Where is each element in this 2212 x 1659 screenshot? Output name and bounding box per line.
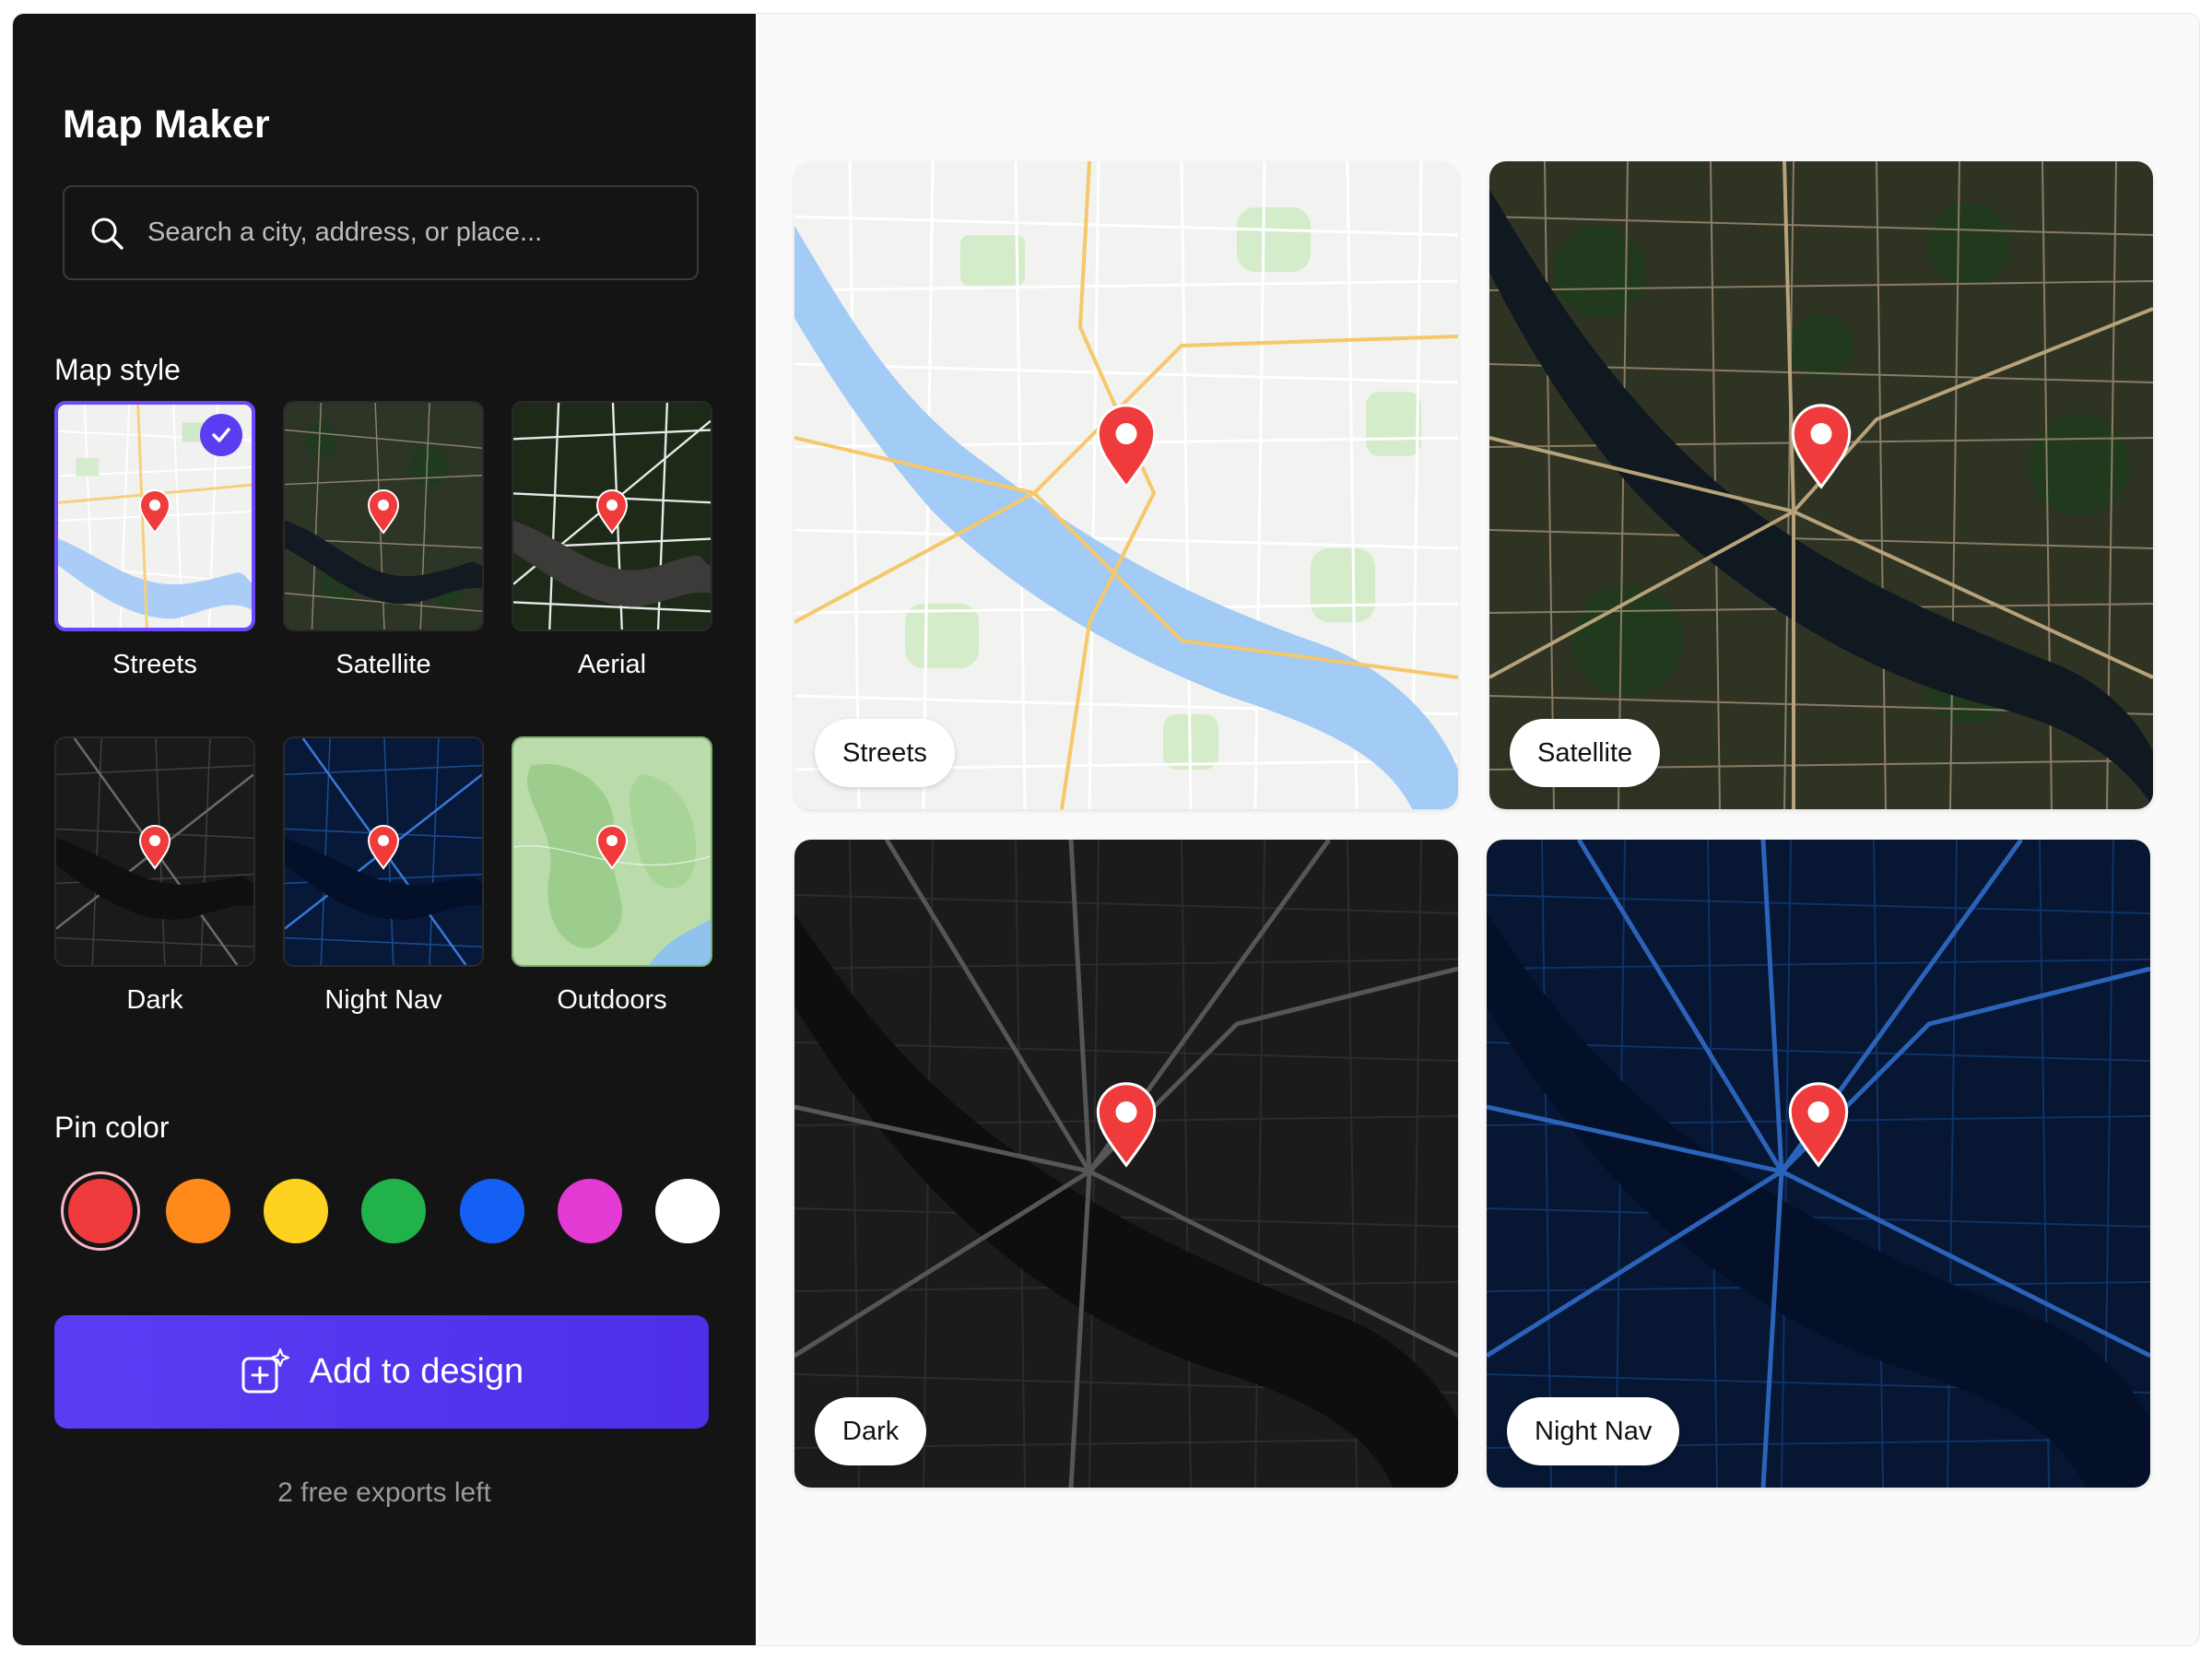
map-pin-icon — [1791, 404, 1852, 490]
pin-color-swatch-red[interactable] — [68, 1179, 133, 1243]
app-title: Map Maker — [63, 102, 270, 147]
pin-color-swatch-blue[interactable] — [460, 1179, 524, 1243]
dark-thumbnail — [54, 736, 255, 967]
style-option-outdoors[interactable]: Outdoors — [512, 736, 712, 1016]
add-to-design-button[interactable]: Add to design — [54, 1315, 709, 1429]
map-pin-icon — [595, 825, 629, 870]
satellite-thumbnail — [283, 401, 484, 631]
style-label-aerial: Aerial — [577, 650, 647, 679]
preview-satellite[interactable]: Satellite — [1489, 161, 2153, 809]
style-label-dark: Dark — [126, 985, 183, 1015]
pin-color-swatch-green[interactable] — [361, 1179, 426, 1243]
map-pin-icon — [138, 489, 171, 535]
preview-label-satellite: Satellite — [1510, 719, 1661, 787]
map-pin-icon — [1096, 1082, 1157, 1169]
aerial-thumbnail — [512, 401, 712, 631]
pin-color-swatch-yellow[interactable] — [264, 1179, 328, 1243]
preview-dark[interactable]: Dark — [794, 840, 1458, 1488]
map-pin-icon — [367, 825, 400, 870]
streets-thumbnail — [54, 401, 255, 631]
map-style-heading: Map style — [54, 353, 181, 386]
map-pin-icon — [595, 489, 629, 535]
map-pin-icon — [1788, 1082, 1849, 1169]
map-pin-icon — [367, 489, 400, 535]
add-to-design-label: Add to design — [309, 1352, 524, 1391]
preview-streets[interactable]: Streets — [794, 161, 1458, 809]
preview-label-night-nav: Night Nav — [1507, 1397, 1680, 1465]
style-label-night-nav: Night Nav — [324, 985, 442, 1015]
preview-label-dark: Dark — [815, 1397, 927, 1465]
map-pin-icon — [138, 825, 171, 870]
app-window: Map Maker Map style — [13, 14, 2199, 1645]
selected-checkmark-icon — [200, 414, 242, 456]
add-to-design-icon — [241, 1347, 289, 1393]
search-icon — [91, 218, 124, 250]
exports-left-text: 2 free exports left — [277, 1477, 491, 1508]
outdoors-thumbnail — [512, 736, 712, 967]
style-label-streets: Streets — [112, 650, 197, 679]
map-pin-icon — [1096, 404, 1157, 490]
style-option-satellite[interactable]: Satellite — [283, 401, 484, 680]
style-label-outdoors: Outdoors — [557, 985, 667, 1015]
search-box[interactable] — [63, 185, 699, 280]
pin-color-swatch-magenta[interactable] — [558, 1179, 622, 1243]
style-option-aerial[interactable]: Aerial — [512, 401, 712, 680]
pin-color-swatch-orange[interactable] — [166, 1179, 230, 1243]
search-input[interactable] — [147, 218, 664, 248]
pin-color-heading: Pin color — [54, 1111, 170, 1144]
style-option-night-nav[interactable]: Night Nav — [283, 736, 484, 1016]
night-nav-thumbnail — [283, 736, 484, 967]
preview-label-streets: Streets — [815, 719, 955, 787]
style-label-satellite: Satellite — [335, 650, 431, 679]
preview-night-nav[interactable]: Night Nav — [1487, 840, 2150, 1488]
pin-color-swatch-white[interactable] — [655, 1179, 720, 1243]
sidebar: Map Maker Map style — [13, 14, 756, 1645]
style-option-streets[interactable]: Streets — [54, 401, 255, 680]
style-option-dark[interactable]: Dark — [54, 736, 255, 1016]
